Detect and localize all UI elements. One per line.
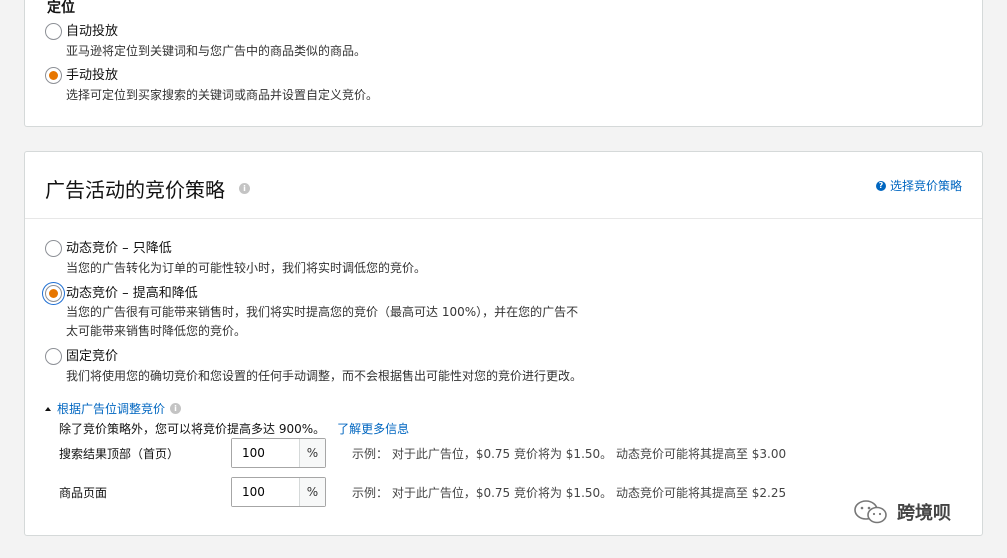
radio-manual-targeting[interactable]: 手动投放 选择可定位到买家搜索的关键词或商品并设置自定义竞价。 <box>45 67 378 105</box>
bidding-strategy-card: 广告活动的竞价策略 i ? 选择竞价策略 动态竞价 – 只降低 当您的广告转化为… <box>24 151 983 536</box>
radio-button[interactable] <box>45 67 62 84</box>
placement-row-product-page: 商品页面 % 示例： 对于此广告位，$0.75 竞价将为 $1.50。 动态竞价… <box>59 476 959 508</box>
choose-bid-strategy-link[interactable]: ? 选择竞价策略 <box>875 177 962 194</box>
percentage-field[interactable]: % <box>231 438 326 468</box>
percent-suffix: % <box>299 439 325 467</box>
placement-label: 搜索结果顶部（首页） <box>59 446 180 461</box>
adjust-by-placement-toggle[interactable]: 根据广告位调整竞价 i <box>45 400 182 417</box>
percentage-input[interactable] <box>232 439 299 467</box>
placement-row-top-of-search: 搜索结果顶部（首页） % 示例： 对于此广告位，$0.75 竞价将为 $1.50… <box>59 437 959 469</box>
help-icon: ? <box>875 180 886 191</box>
radio-label: 手动投放 <box>66 68 119 83</box>
card-title: 广告活动的竞价策略 <box>45 178 225 202</box>
radio-label: 自动投放 <box>66 24 119 39</box>
percent-suffix: % <box>299 478 325 506</box>
radio-auto-targeting[interactable]: 自动投放 亚马逊将定位到关键词和与您广告中的商品类似的商品。 <box>45 23 366 61</box>
radio-description-line: 太可能带来销售时降低您的竞价。 <box>66 324 247 338</box>
card-header: 广告活动的竞价策略 i ? 选择竞价策略 <box>25 152 982 219</box>
watermark: 跨境呗 <box>851 497 951 527</box>
adjust-toggle-label: 根据广告位调整竞价 <box>57 402 166 416</box>
help-link-label: 选择竞价策略 <box>889 179 962 193</box>
radio-label: 固定竞价 <box>66 349 119 364</box>
radio-dynamic-down-only[interactable]: 动态竞价 – 只降低 当您的广告转化为订单的可能性较小时，我们将实时调低您的竞价… <box>45 240 426 278</box>
targeting-card: 定位 自动投放 亚马逊将定位到关键词和与您广告中的商品类似的商品。 手动投放 选… <box>24 0 983 127</box>
radio-description: 当您的广告很有可能带来销售时，我们将实时提高您的竞价（最高可达 100%），并在… <box>66 303 578 341</box>
radio-button[interactable] <box>45 240 62 257</box>
watermark-text: 跨境呗 <box>897 503 951 524</box>
radio-label: 动态竞价 – 只降低 <box>66 241 172 256</box>
learn-more-link[interactable]: 了解更多信息 <box>337 420 409 437</box>
adjust-description: 除了竞价策略外，您可以将竞价提高多达 900%。 了解更多信息 <box>59 420 409 437</box>
radio-button[interactable] <box>45 285 62 302</box>
percentage-field[interactable]: % <box>231 477 326 507</box>
radio-dynamic-up-down[interactable]: 动态竞价 – 提高和降低 当您的广告很有可能带来销售时，我们将实时提高您的竞价（… <box>45 285 578 341</box>
radio-description: 当您的广告转化为订单的可能性较小时，我们将实时调低您的竞价。 <box>66 261 427 275</box>
placement-example: 示例： 对于此广告位，$0.75 竞价将为 $1.50。 动态竞价可能将其提高至… <box>352 485 787 500</box>
radio-description: 选择可定位到买家搜索的关键词或商品并设置自定义竞价。 <box>66 88 379 102</box>
info-icon[interactable]: i <box>239 183 250 194</box>
radio-description-line: 当您的广告很有可能带来销售时，我们将实时提高您的竞价（最高可达 100%），并在… <box>66 305 579 319</box>
radio-description: 亚马逊将定位到关键词和与您广告中的商品类似的商品。 <box>66 44 367 58</box>
info-icon[interactable]: i <box>170 403 182 414</box>
radio-fixed-bid[interactable]: 固定竞价 我们将使用您的确切竞价和您设置的任何手动调整，而不会根据售出可能性对您… <box>45 348 582 386</box>
targeting-section-label: 定位 <box>47 0 75 16</box>
radio-button[interactable] <box>45 23 62 40</box>
placement-label: 商品页面 <box>59 485 108 500</box>
radio-button[interactable] <box>45 348 62 365</box>
percentage-input[interactable] <box>232 478 299 506</box>
radio-description: 我们将使用您的确切竞价和您设置的任何手动调整，而不会根据售出可能性对您的竞价进行… <box>66 369 583 383</box>
caret-up-icon <box>45 406 51 411</box>
radio-label: 动态竞价 – 提高和降低 <box>66 286 198 301</box>
placement-example: 示例： 对于此广告位，$0.75 竞价将为 $1.50。 动态竞价可能将其提高至… <box>352 446 787 461</box>
adjust-desc-text: 除了竞价策略外，您可以将竞价提高多达 900%。 <box>59 422 326 436</box>
wechat-icon <box>854 500 887 524</box>
